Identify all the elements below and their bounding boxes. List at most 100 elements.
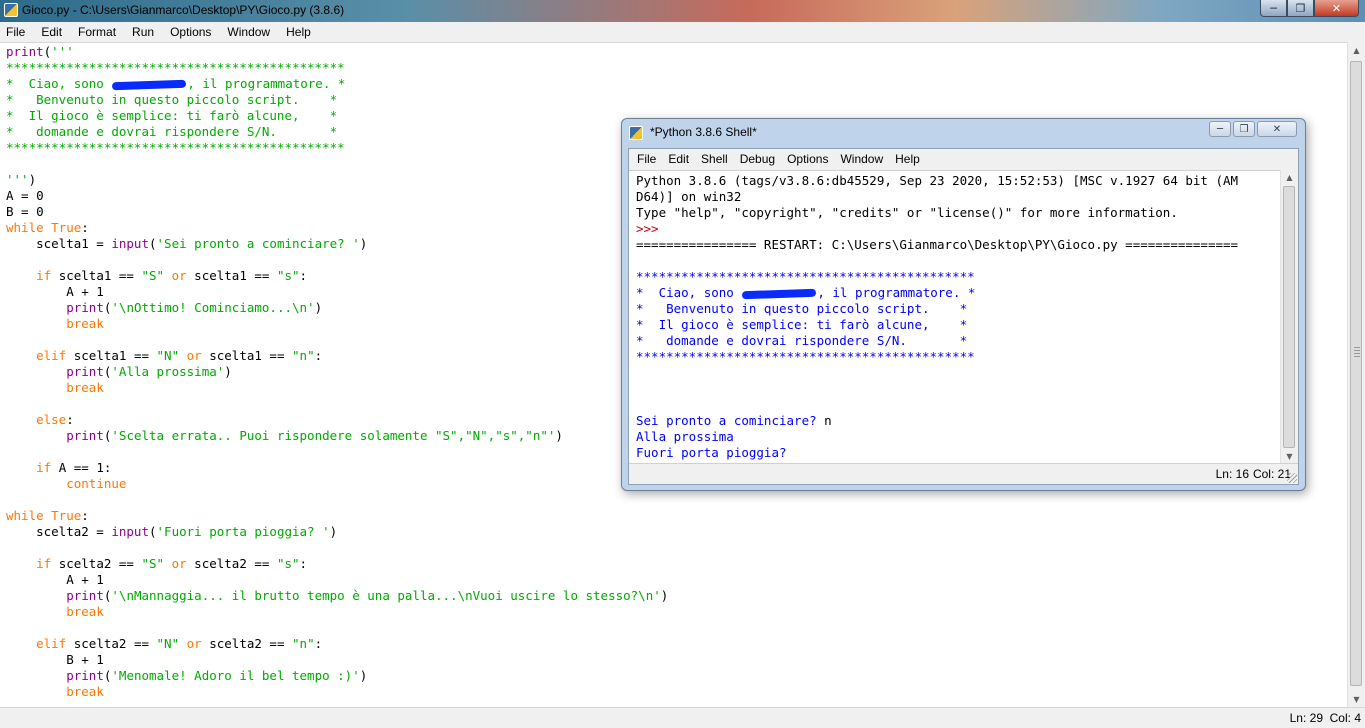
editor-token: B = 0	[6, 204, 44, 219]
editor-token	[6, 460, 36, 475]
shell-token: Type "help", "copyright", "credits" or "…	[636, 205, 1178, 220]
shell-token: D64)] on win32	[636, 189, 742, 204]
editor-token: "s"	[276, 268, 300, 283]
editor-token: "S"	[141, 556, 165, 571]
shell-text-area[interactable]: Python 3.8.6 (tags/v3.8.6:db45529, Sep 2…	[629, 170, 1281, 465]
shell-maximize-button[interactable]: ❐	[1233, 121, 1255, 137]
shell-scroll-thumb[interactable]	[1283, 186, 1295, 448]
shell-menu-bar: File Edit Shell Debug Options Window Hel…	[629, 149, 1298, 169]
window-controls: ─ ❐ ✕	[1260, 0, 1359, 18]
shell-token: , il programmatore. *	[817, 285, 976, 300]
editor-line: B = 0	[6, 204, 668, 220]
shell-token: ****************************************…	[636, 349, 975, 364]
resize-grip-icon[interactable]	[1287, 473, 1297, 483]
shell-menu-edit[interactable]: Edit	[662, 152, 695, 166]
minimize-button[interactable]: ─	[1260, 0, 1287, 17]
editor-token: '\nMannaggia... il brutto tempo è una pa…	[111, 588, 661, 603]
editor-token: '''	[51, 44, 74, 59]
editor-token: or	[186, 348, 202, 363]
editor-title-bar[interactable]: Gioco.py - C:\Users\Gianmarco\Desktop\PY…	[0, 0, 1365, 22]
editor-line: print('\nMannaggia... il brutto tempo è …	[6, 588, 668, 604]
editor-token: print	[66, 364, 104, 379]
shell-line: ================ RESTART: C:\Users\Gianm…	[636, 237, 1238, 253]
editor-code-area[interactable]: print(''' *******************************…	[6, 44, 668, 700]
shell-menu-options[interactable]: Options	[781, 152, 834, 166]
editor-token: scelta2 ==	[66, 636, 157, 651]
shell-line: Type "help", "copyright", "credits" or "…	[636, 205, 1238, 221]
editor-token: A + 1	[6, 572, 104, 587]
editor-token: elif	[36, 636, 67, 651]
editor-token: A == 1:	[51, 460, 112, 475]
editor-line: break	[6, 380, 668, 396]
shell-line: ****************************************…	[636, 349, 1238, 365]
shell-vertical-scrollbar[interactable]: ▲ ▼	[1280, 170, 1298, 464]
editor-token: while	[6, 508, 44, 523]
maximize-button[interactable]: ❐	[1287, 0, 1314, 17]
scroll-down-arrow-icon[interactable]: ▼	[1348, 691, 1365, 708]
editor-status-bar: Ln: 29 Col: 4	[0, 707, 1365, 728]
shell-menu-help[interactable]: Help	[889, 152, 926, 166]
editor-token: )	[224, 364, 232, 379]
editor-token: )	[329, 524, 338, 539]
menu-options[interactable]: Options	[162, 25, 219, 39]
editor-line: A + 1	[6, 572, 668, 588]
shell-minimize-button[interactable]: ─	[1209, 121, 1231, 137]
editor-token	[6, 268, 36, 283]
editor-token: break	[66, 684, 104, 699]
editor-vertical-scrollbar[interactable]: ▲ ▼	[1347, 42, 1365, 708]
editor-token: 'Scelta errata.. Puoi rispondere solamen…	[111, 428, 556, 443]
editor-token: break	[66, 380, 104, 395]
shell-line: Alla prossima	[636, 429, 1238, 445]
editor-token: or	[171, 268, 187, 283]
editor-line: ****************************************…	[6, 60, 668, 76]
editor-line: print('Menomale! Adoro il bel tempo :)')	[6, 668, 668, 684]
close-button[interactable]: ✕	[1314, 0, 1359, 17]
editor-token: 'Menomale! Adoro il bel tempo :)'	[111, 668, 360, 683]
python-idle-icon	[4, 3, 18, 17]
editor-line: break	[6, 604, 668, 620]
shell-window-title: *Python 3.8.6 Shell*	[650, 125, 757, 139]
menu-edit[interactable]: Edit	[33, 25, 70, 39]
shell-token: ================ RESTART: C:\Users\Gianm…	[636, 237, 1239, 252]
editor-line: break	[6, 684, 668, 700]
menu-run[interactable]: Run	[124, 25, 162, 39]
menu-format[interactable]: Format	[70, 25, 124, 39]
scroll-up-arrow-icon[interactable]: ▲	[1348, 42, 1365, 59]
shell-close-button[interactable]: ✕	[1257, 121, 1297, 137]
editor-token: ****************************************…	[6, 140, 345, 155]
shell-menu-shell[interactable]: Shell	[695, 152, 734, 166]
menu-help[interactable]: Help	[278, 25, 319, 39]
editor-token: :	[299, 556, 308, 571]
editor-token: * Ciao, sono	[6, 76, 112, 91]
editor-token	[6, 476, 66, 491]
shell-line: D64)] on win32	[636, 189, 1238, 205]
shell-token: Fuori porta pioggia?	[636, 445, 795, 460]
editor-token: print	[66, 300, 104, 315]
editor-line: * Il gioco è semplice: ti farò alcune, *	[6, 108, 668, 124]
editor-token: print	[66, 588, 104, 603]
editor-token: )	[555, 428, 563, 443]
editor-token: )	[359, 236, 368, 251]
shell-scroll-down-arrow-icon[interactable]: ▼	[1281, 449, 1298, 464]
editor-line: A + 1	[6, 284, 668, 300]
shell-menu-debug[interactable]: Debug	[734, 152, 781, 166]
shell-line: Sei pronto a cominciare? n	[636, 413, 1238, 429]
editor-line: print('''	[6, 44, 668, 60]
shell-menu-file[interactable]: File	[629, 152, 662, 166]
editor-line-indicator: Ln: 29	[1289, 711, 1323, 725]
editor-token	[6, 604, 66, 619]
editor-token: 'Sei pronto a cominciare? '	[156, 236, 360, 251]
editor-token	[6, 668, 66, 683]
shell-scroll-up-arrow-icon[interactable]: ▲	[1281, 170, 1298, 185]
shell-token: Python 3.8.6 (tags/v3.8.6:db45529, Sep 2…	[636, 173, 1239, 188]
shell-menu-window[interactable]: Window	[834, 152, 889, 166]
editor-token: (	[149, 236, 157, 251]
menu-file[interactable]: File	[0, 25, 33, 39]
editor-scroll-thumb[interactable]	[1350, 61, 1362, 686]
editor-token: )	[28, 172, 37, 187]
editor-line: B + 1	[6, 652, 668, 668]
editor-token: :	[314, 348, 323, 363]
menu-window[interactable]: Window	[219, 25, 278, 39]
editor-token: "n"	[292, 636, 315, 651]
